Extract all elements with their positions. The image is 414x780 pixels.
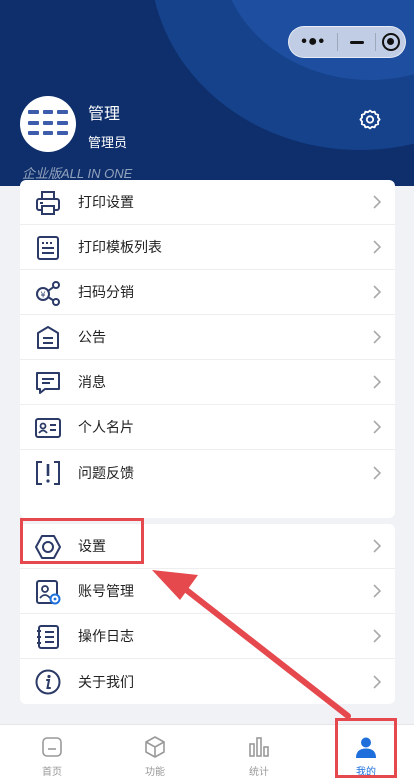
tab-functions[interactable]: 功能 (115, 725, 195, 780)
chevron-right-icon (373, 539, 382, 553)
gear-icon[interactable] (358, 108, 382, 132)
avatar[interactable] (20, 96, 76, 152)
home-icon (42, 737, 62, 757)
chevron-right-icon (373, 584, 382, 598)
account-manage-icon (36, 580, 61, 605)
menu-item-label: 关于我们 (78, 673, 134, 690)
chevron-right-icon (373, 465, 382, 480)
cube-icon (145, 736, 165, 758)
minimize-icon[interactable] (338, 40, 375, 44)
log-icon (37, 625, 59, 649)
message-icon (36, 372, 60, 394)
menu-item-print-settings[interactable]: 打印设置 (20, 180, 395, 225)
chevron-right-icon (373, 674, 382, 689)
menu-item-label: 问题反馈 (78, 464, 134, 481)
menu-item-label: 打印设置 (78, 194, 134, 210)
announcement-icon (37, 326, 59, 349)
menu-item-business-card[interactable]: 个人名片 (20, 405, 395, 450)
menu-item-label: 消息 (78, 374, 106, 390)
chevron-right-icon (373, 330, 382, 344)
menu-item-label: 扫码分销 (78, 284, 134, 300)
chevron-right-icon (373, 420, 382, 434)
mini-program-capsule: •●• (288, 26, 406, 58)
highlight-mine-tab (335, 718, 397, 778)
chevron-right-icon (373, 285, 382, 299)
more-icon[interactable]: •●• (289, 33, 337, 51)
menu-item-label: 公告 (78, 329, 106, 345)
menu-item-announcement[interactable]: 公告 (20, 315, 395, 360)
chevron-right-icon (373, 629, 382, 643)
chevron-right-icon (373, 195, 382, 209)
menu-item-label: 打印模板列表 (78, 239, 162, 255)
info-icon (35, 669, 61, 695)
menu-item-feedback[interactable]: 问题反馈 (20, 450, 395, 495)
printer-icon (36, 191, 60, 215)
menu-item-about-us[interactable]: 关于我们 (20, 659, 395, 704)
menu-item-label: 账号管理 (78, 583, 134, 599)
template-list-icon (37, 236, 59, 260)
highlight-settings (20, 518, 144, 564)
chevron-right-icon (373, 240, 382, 254)
menu-item-label: 操作日志 (78, 628, 134, 644)
menu-item-print-templates[interactable]: 打印模板列表 (20, 225, 395, 270)
menu-item-scan-distribution[interactable]: ¥ 扫码分销 (20, 270, 395, 315)
menu-item-label: 个人名片 (78, 419, 134, 435)
distribution-icon: ¥ (36, 281, 60, 306)
menu-card-primary: 打印设置 打印模板列表 ¥ 扫码分销 公告 消息 个人名片 问题反馈 (20, 180, 395, 518)
menu-item-account-management[interactable]: 账号管理 (20, 569, 395, 614)
tab-statistics[interactable]: 统计 (219, 725, 299, 780)
user-role: 管理员 (88, 135, 128, 150)
bar-chart-icon (249, 737, 269, 757)
chevron-right-icon (373, 375, 382, 389)
feedback-icon (36, 461, 60, 485)
business-card-icon (35, 418, 61, 438)
menu-item-operation-log[interactable]: 操作日志 (20, 614, 395, 659)
svg-text:¥: ¥ (40, 291, 45, 300)
user-name: 管理 (88, 106, 121, 123)
close-icon[interactable] (376, 33, 405, 51)
menu-item-messages[interactable]: 消息 (20, 360, 395, 405)
tab-home[interactable]: 首页 (12, 725, 92, 780)
